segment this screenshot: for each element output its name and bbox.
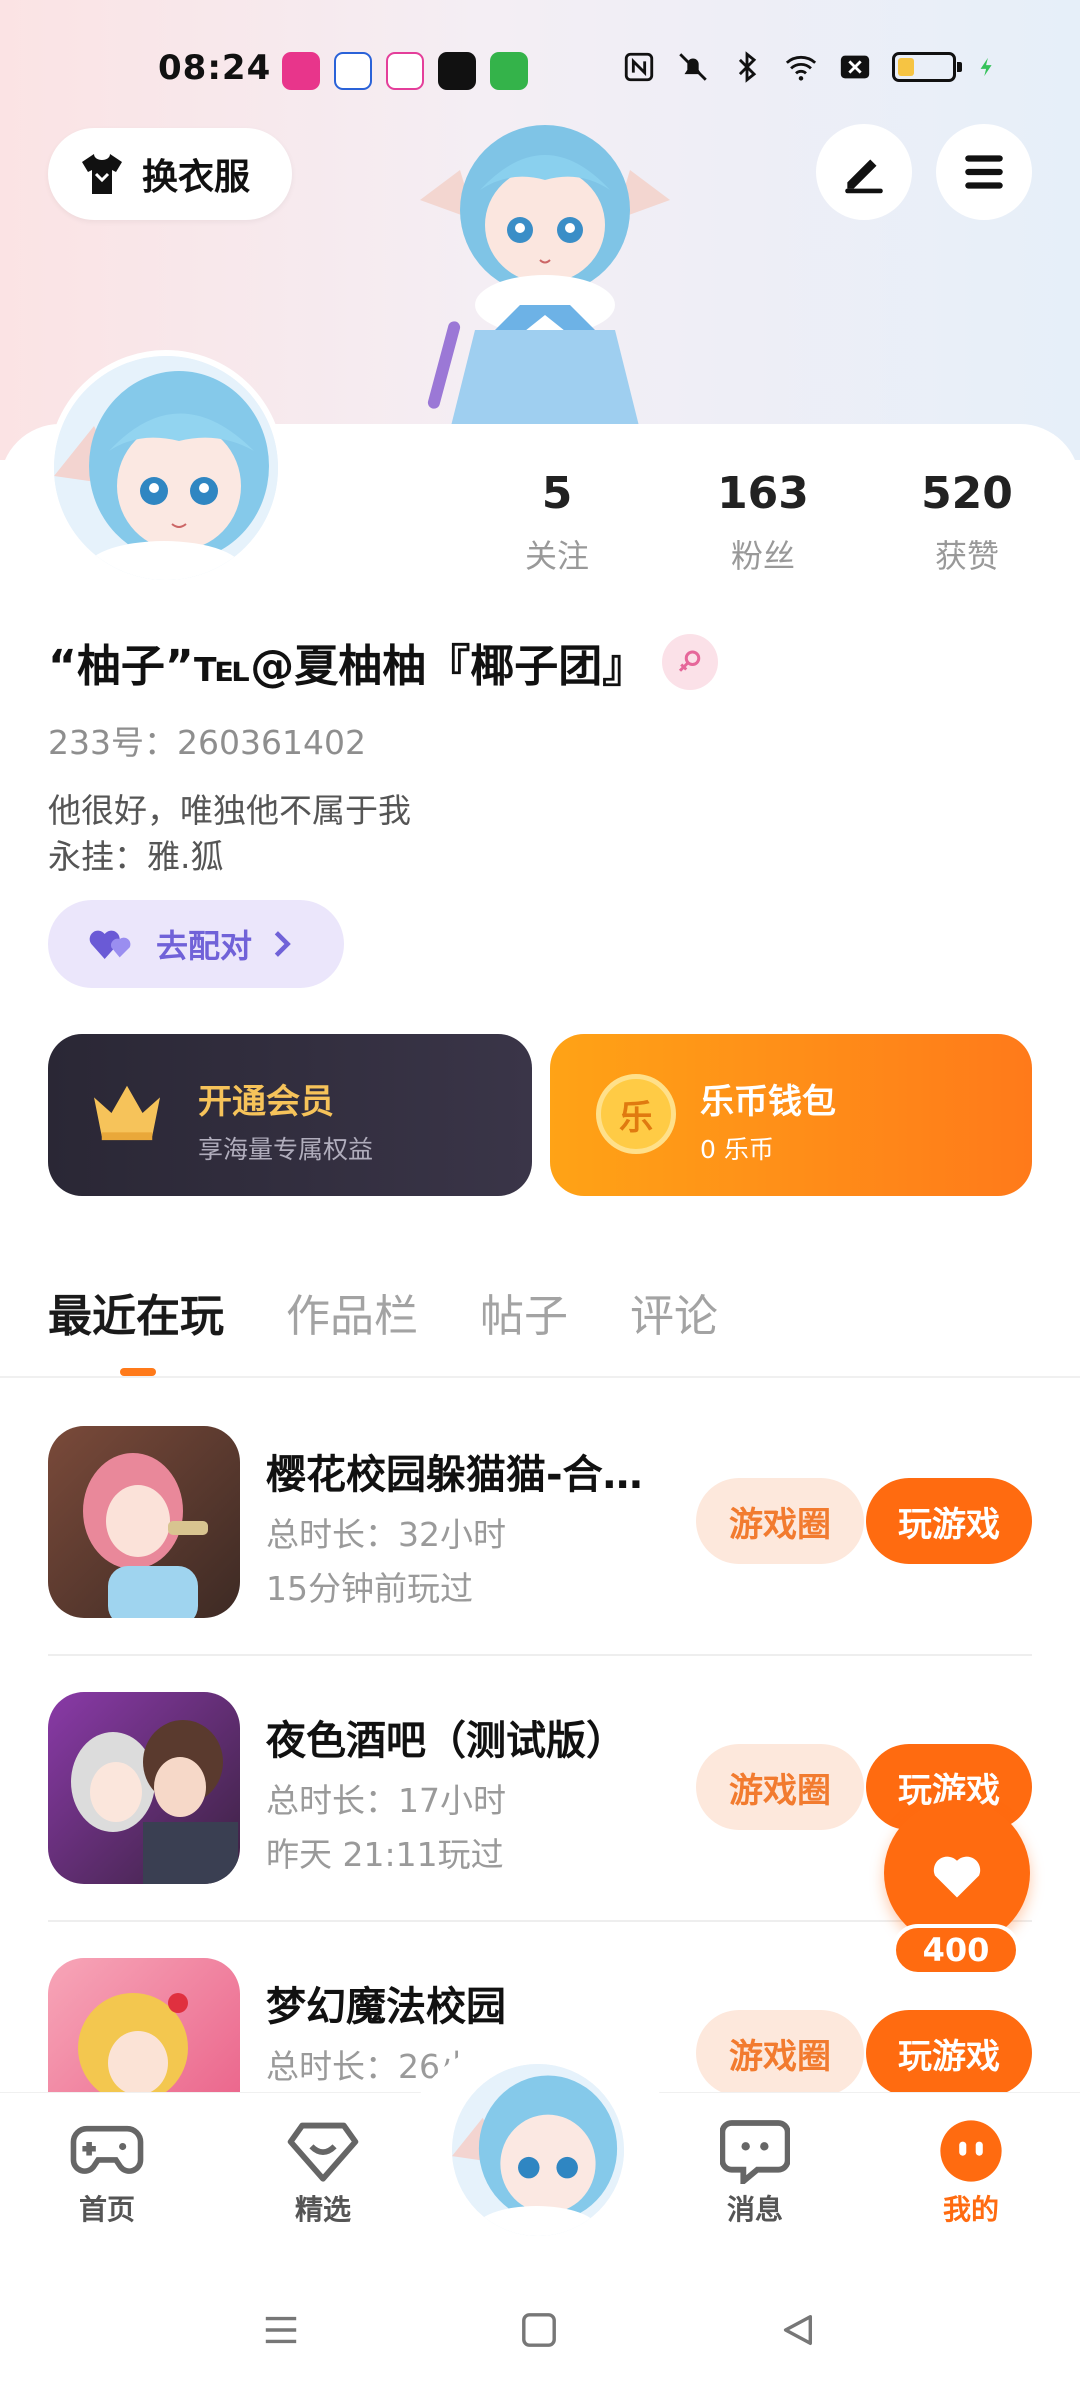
game-name: 樱花校园躲猫猫-合… bbox=[266, 1452, 643, 1498]
stat-label: 关注 bbox=[524, 537, 589, 575]
game-duration: 总时长：17小时 bbox=[266, 1781, 506, 1820]
stat-label: 粉丝 bbox=[730, 537, 795, 575]
stat-likes[interactable]: 520 获赞 bbox=[882, 468, 1052, 577]
avatar-image bbox=[54, 356, 278, 580]
no-sim-icon bbox=[840, 55, 870, 79]
vip-card[interactable]: 开通会员 享海量专属权益 bbox=[48, 1034, 532, 1196]
nav-avatar-button[interactable] bbox=[452, 2064, 624, 2236]
nickname: “柚子”℡@夏柚柚『椰子团』 bbox=[48, 641, 647, 692]
chevron-right-icon bbox=[274, 931, 291, 957]
bio-line: 他很好，唯独他不属于我 bbox=[48, 791, 411, 830]
divider bbox=[48, 1920, 1032, 1922]
female-icon bbox=[662, 634, 718, 690]
nav-profile[interactable]: 我的 bbox=[896, 2118, 1046, 2228]
game-circle-button[interactable]: 游戏圈 bbox=[696, 1478, 864, 1564]
status-time: 08:24 bbox=[158, 48, 272, 88]
divider bbox=[48, 1654, 1032, 1656]
wallet-title: 乐币钱包 bbox=[700, 1082, 836, 1122]
play-game-button[interactable]: 玩游戏 bbox=[866, 2010, 1032, 2096]
match-label: 去配对 bbox=[156, 927, 253, 965]
nav-label: 首页 bbox=[78, 2193, 135, 2226]
tab-posts[interactable]: 帖子 bbox=[480, 1280, 568, 1344]
nav-label: 我的 bbox=[942, 2193, 999, 2226]
menu-button[interactable] bbox=[936, 124, 1032, 220]
tshirt-icon bbox=[82, 154, 122, 194]
heart-badge-icon bbox=[287, 2122, 359, 2182]
stat-label: 获赞 bbox=[934, 537, 999, 575]
coin-glyph: 乐 bbox=[619, 1097, 653, 1138]
tab-recent[interactable]: 最近在玩 bbox=[48, 1280, 224, 1344]
home-icon[interactable] bbox=[520, 2310, 558, 2350]
bluetooth-icon bbox=[738, 51, 757, 83]
stat-value: 520 bbox=[921, 468, 1013, 519]
game-name: 夜色酒吧（测试版） bbox=[266, 1718, 626, 1764]
change-outfit-label: 换衣服 bbox=[142, 157, 251, 198]
bio-line: 永挂：雅.狐 bbox=[48, 837, 224, 876]
crown-icon bbox=[94, 1085, 160, 1141]
game-thumbnail bbox=[48, 1426, 240, 1618]
mute-icon bbox=[679, 53, 707, 81]
recent-apps-icon[interactable] bbox=[262, 2310, 300, 2350]
status-bar: 08:24 bbox=[0, 40, 1080, 100]
like-count: 400 bbox=[892, 1924, 1020, 1976]
hearts-icon bbox=[89, 930, 131, 959]
wallet-card[interactable]: 乐 乐币钱包 0 乐币 bbox=[550, 1034, 1032, 1196]
game-duration: 总时长：32小时 bbox=[266, 1515, 506, 1554]
charging-icon bbox=[980, 57, 992, 77]
chat-bubble-icon bbox=[720, 2120, 790, 2184]
profile-face-icon bbox=[940, 2120, 1002, 2182]
system-navigation-bar bbox=[0, 2268, 1080, 2400]
download-icon bbox=[490, 52, 528, 90]
pen-icon bbox=[845, 159, 883, 194]
tab-comments[interactable]: 评论 bbox=[630, 1280, 718, 1344]
stat-followers[interactable]: 163 粉丝 bbox=[678, 468, 848, 577]
heart-icon bbox=[933, 1856, 981, 1898]
menu-icon bbox=[965, 155, 1003, 189]
tab-indicator bbox=[120, 1368, 156, 1376]
edit-profile-button[interactable] bbox=[816, 124, 912, 220]
match-button[interactable]: 去配对 bbox=[48, 900, 344, 988]
game-circle-button[interactable]: 游戏圈 bbox=[696, 1744, 864, 1830]
game-thumbnail bbox=[48, 1692, 240, 1884]
wifi-icon bbox=[785, 55, 817, 81]
list-item[interactable]: 樱花校园躲猫猫-合… 总时长：32小时 15分钟前玩过 游戏圈 玩游戏 bbox=[48, 1426, 1032, 1626]
back-icon[interactable] bbox=[778, 2310, 816, 2350]
nav-label: 精选 bbox=[294, 2193, 351, 2226]
chat-app-icon bbox=[334, 52, 372, 90]
battery-icon bbox=[892, 52, 962, 82]
vip-subtitle: 享海量专属权益 bbox=[198, 1135, 374, 1164]
game-name: 梦幻魔法校园 bbox=[266, 1984, 506, 2030]
nav-home[interactable]: 首页 bbox=[32, 2118, 182, 2228]
stat-value: 5 bbox=[541, 468, 573, 519]
avatar-character-image bbox=[420, 125, 670, 430]
avatar[interactable] bbox=[48, 350, 284, 586]
divider bbox=[0, 1376, 1080, 1378]
nav-label: 消息 bbox=[726, 2193, 783, 2226]
wallet-balance: 0 乐币 bbox=[700, 1135, 774, 1164]
app-shortcut-icon bbox=[282, 52, 320, 90]
tiktok-icon bbox=[438, 52, 476, 90]
profile-tabs: 最近在玩 作品栏 帖子 评论 bbox=[48, 1280, 718, 1344]
play-game-button[interactable]: 玩游戏 bbox=[866, 1478, 1032, 1564]
tab-works[interactable]: 作品栏 bbox=[286, 1280, 418, 1344]
vip-title: 开通会员 bbox=[198, 1082, 334, 1122]
game-last-played: 15分钟前玩过 bbox=[266, 1569, 473, 1608]
coin-icon: 乐 bbox=[596, 1074, 676, 1154]
stat-value: 163 bbox=[717, 468, 809, 519]
nav-messages[interactable]: 消息 bbox=[680, 2118, 830, 2228]
nav-featured[interactable]: 精选 bbox=[248, 2118, 398, 2228]
nfc-icon bbox=[624, 52, 654, 82]
stat-following[interactable]: 5 关注 bbox=[472, 468, 642, 577]
game-last-played: 昨天 21:11玩过 bbox=[266, 1835, 504, 1874]
video-app-icon bbox=[386, 52, 424, 90]
change-outfit-button[interactable]: 换衣服 bbox=[48, 128, 292, 220]
avatar-image bbox=[452, 2064, 624, 2236]
user-id: 233号：260361402 bbox=[48, 723, 366, 762]
game-circle-button[interactable]: 游戏圈 bbox=[696, 2010, 864, 2096]
gamepad-icon bbox=[70, 2125, 144, 2174]
